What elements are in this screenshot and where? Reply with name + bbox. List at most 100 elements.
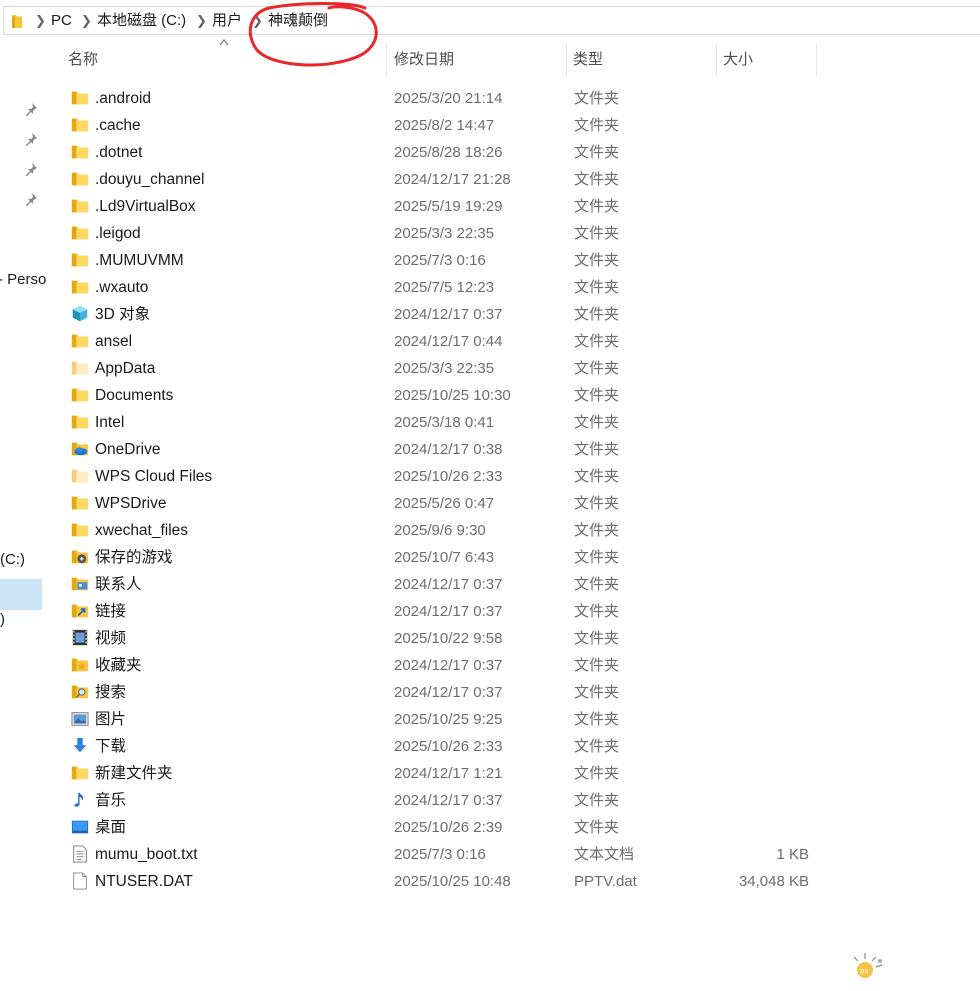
file-row[interactable]: OneDrive 2024/12/17 0:38 文件夹 (64, 436, 809, 463)
file-date-modified: 2024/12/17 0:38 (394, 441, 503, 458)
contacts-icon (71, 577, 89, 591)
file-row[interactable]: 链接 2024/12/17 0:37 文件夹 (64, 598, 809, 625)
file-name[interactable]: ansel (95, 332, 132, 351)
file-name[interactable]: .dotnet (95, 143, 142, 162)
file-name[interactable]: OneDrive (95, 440, 160, 459)
file-name[interactable]: WPS Cloud Files (95, 467, 212, 486)
file-row[interactable]: 保存的游戏 2025/10/7 6:43 文件夹 (64, 544, 809, 571)
file-date-modified: 2025/10/26 2:33 (394, 468, 503, 485)
file-date-modified: 2025/5/26 0:47 (394, 495, 495, 512)
file-row[interactable]: 桌面 2025/10/26 2:39 文件夹 (64, 814, 809, 841)
column-divider[interactable] (816, 44, 817, 76)
file-size: 1 KB (776, 846, 809, 863)
file-row[interactable]: 新建文件夹 2024/12/17 1:21 文件夹 (64, 760, 809, 787)
file-row[interactable]: .wxauto 2025/7/5 12:23 文件夹 (64, 274, 809, 301)
folder-icon (12, 15, 22, 28)
nav-item-personal[interactable]: - Perso (0, 271, 46, 289)
nav-item-local-disk[interactable]: (C:) (0, 551, 25, 569)
folder-icon (71, 388, 89, 402)
file-row[interactable]: Documents 2025/10/25 10:30 文件夹 (64, 382, 809, 409)
file-name[interactable]: 视频 (95, 629, 126, 648)
text-file-icon (73, 845, 87, 863)
breadcrumb-pc[interactable]: PC (51, 12, 72, 30)
file-row[interactable]: WPSDrive 2025/5/26 0:47 文件夹 (64, 490, 809, 517)
file-type: 文件夹 (574, 90, 620, 107)
file-name[interactable]: .Ld9VirtualBox (95, 197, 196, 216)
file-name[interactable]: 下载 (95, 737, 126, 756)
file-row[interactable]: 音乐 2024/12/17 0:37 文件夹 (64, 787, 809, 814)
file-name[interactable]: 3D 对象 (95, 305, 150, 324)
file-name[interactable]: .MUMUVMM (95, 251, 184, 270)
file-name[interactable]: mumu_boot.txt (95, 845, 198, 864)
pin-icon (26, 163, 37, 176)
file-row[interactable]: 图片 2025/10/25 9:25 文件夹 (64, 706, 809, 733)
file-name[interactable]: Documents (95, 386, 173, 405)
column-date-modified[interactable]: 修改日期 (388, 44, 566, 76)
file-row[interactable]: Intel 2025/3/18 0:41 文件夹 (64, 409, 809, 436)
file-name[interactable]: WPSDrive (95, 494, 166, 513)
file-name[interactable]: xwechat_files (95, 521, 188, 540)
nav-item-drive[interactable]: ) (0, 611, 5, 629)
file-row[interactable]: 下载 2025/10/26 2:33 文件夹 (64, 733, 809, 760)
file-name[interactable]: Intel (95, 413, 124, 432)
file-name[interactable]: 搜索 (95, 683, 126, 702)
file-name[interactable]: .cache (95, 116, 141, 135)
file-row[interactable]: NTUSER.DAT 2025/10/25 10:48 PPTV.dat 34,048… (64, 868, 809, 895)
column-divider[interactable] (386, 44, 387, 76)
breadcrumb-current-user[interactable]: 神魂颠倒 (268, 12, 328, 30)
file-row[interactable]: .android 2025/3/20 21:14 文件夹 (64, 85, 809, 112)
file-date-modified: 2025/7/5 12:23 (394, 279, 495, 296)
file-name[interactable]: 收藏夹 (95, 656, 142, 675)
file-name[interactable]: NTUSER.DAT (95, 872, 193, 891)
file-row[interactable]: 联系人 2024/12/17 0:37 文件夹 (64, 571, 809, 598)
navigation-pane[interactable]: - Perso (C:) ) (0, 36, 46, 991)
file-row[interactable]: .douyu_channel 2024/12/17 21:28 文件夹 (64, 166, 809, 193)
folder-light-icon (71, 361, 89, 375)
file-name[interactable]: 音乐 (95, 791, 126, 810)
file-name[interactable]: 新建文件夹 (95, 764, 173, 783)
file-name[interactable]: .leigod (95, 224, 141, 243)
file-date-modified: 2024/12/17 0:37 (394, 657, 503, 674)
file-row[interactable]: .leigod 2025/3/3 22:35 文件夹 (64, 220, 809, 247)
file-name[interactable]: .wxauto (95, 278, 148, 297)
file-name[interactable]: 联系人 (95, 575, 142, 594)
file-date-modified: 2025/7/3 0:16 (394, 846, 486, 863)
nav-item-local-disk-selected[interactable] (0, 579, 42, 610)
file-row[interactable]: 搜索 2024/12/17 0:37 文件夹 (64, 679, 809, 706)
file-name[interactable]: 桌面 (95, 818, 126, 837)
file-name[interactable]: .douyu_channel (95, 170, 204, 189)
file-row[interactable]: 收藏夹 2024/12/17 0:37 文件夹 (64, 652, 809, 679)
file-row[interactable]: AppData 2025/3/3 22:35 文件夹 (64, 355, 809, 382)
file-type: 文件夹 (574, 522, 620, 539)
file-name[interactable]: 保存的游戏 (95, 548, 173, 567)
file-type: 文件夹 (574, 792, 620, 809)
file-row[interactable]: xwechat_files 2025/9/6 9:30 文件夹 (64, 517, 809, 544)
file-row[interactable]: .Ld9VirtualBox 2025/5/19 19:29 文件夹 (64, 193, 809, 220)
file-row[interactable]: .MUMUVMM 2025/7/3 0:16 文件夹 (64, 247, 809, 274)
links-icon (71, 604, 89, 618)
wps-tray-icon[interactable]: ps (848, 949, 886, 981)
file-row[interactable]: .dotnet 2025/8/28 18:26 文件夹 (64, 139, 809, 166)
breadcrumb-local-disk[interactable]: 本地磁盘 (C:) (97, 12, 186, 30)
file-name[interactable]: .android (95, 89, 151, 108)
file-row[interactable]: WPS Cloud Files 2025/10/26 2:33 文件夹 (64, 463, 809, 490)
breadcrumb-users[interactable]: 用户 (212, 12, 242, 30)
address-bar[interactable]: ❯ PC ❯ 本地磁盘 (C:) ❯ 用户 ❯ 神魂颠倒 (3, 6, 980, 35)
column-type[interactable]: 类型 (567, 44, 716, 76)
file-date-modified: 2025/10/26 2:39 (394, 819, 503, 836)
file-row[interactable]: 视频 2025/10/22 9:58 文件夹 (64, 625, 809, 652)
file-row[interactable]: .cache 2025/8/2 14:47 文件夹 (64, 112, 809, 139)
file-date-modified: 2025/10/25 10:48 (394, 873, 511, 890)
file-row[interactable]: ansel 2024/12/17 0:44 文件夹 (64, 328, 809, 355)
pictures-icon (71, 712, 89, 726)
folder-icon (71, 172, 89, 186)
column-size[interactable]: 大小 (717, 44, 816, 76)
file-name[interactable]: AppData (95, 359, 155, 378)
file-name[interactable]: 图片 (95, 710, 126, 729)
column-name[interactable]: 名称 (62, 44, 386, 76)
file-name[interactable]: 链接 (95, 602, 126, 621)
file-type: 文件夹 (574, 360, 620, 377)
3d-objects-icon (72, 305, 88, 322)
file-row[interactable]: 3D 对象 2024/12/17 0:37 文件夹 (64, 301, 809, 328)
file-row[interactable]: mumu_boot.txt 2025/7/3 0:16 文本文档 1 KB (64, 841, 809, 868)
